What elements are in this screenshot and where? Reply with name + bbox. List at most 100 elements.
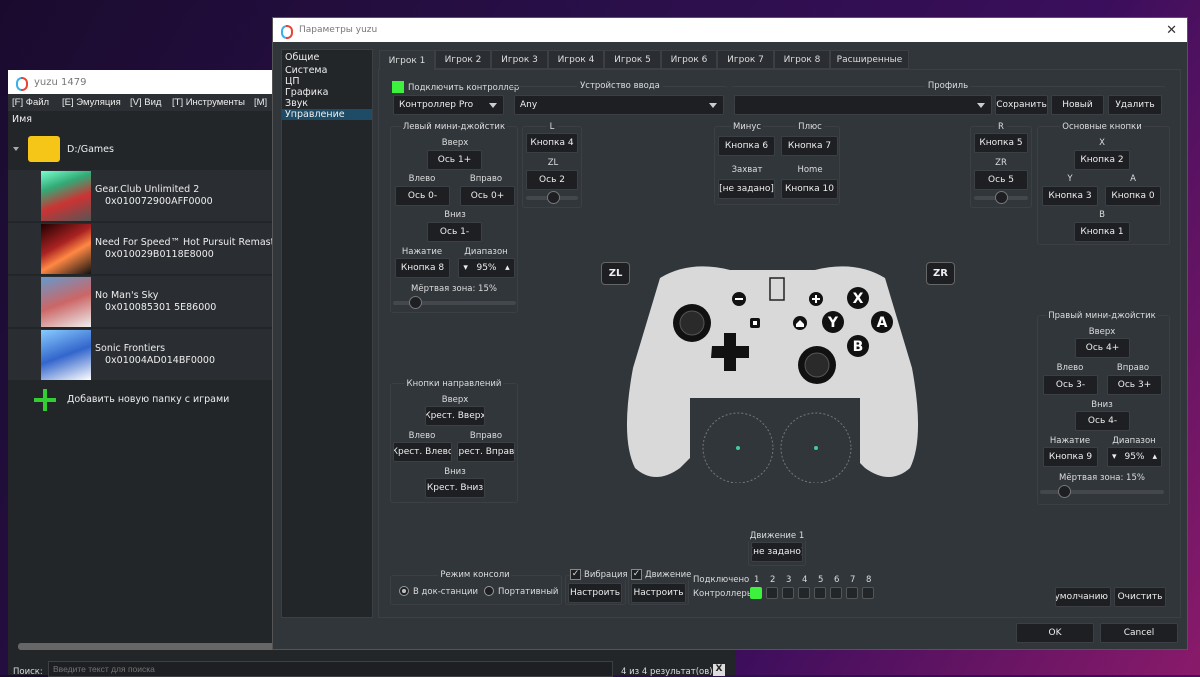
profile-select[interactable] [734,95,992,115]
left-stick-range-spinbox[interactable]: ▾ 95% ▴ [458,258,515,278]
new-profile-button[interactable]: Новый [1051,95,1104,115]
save-profile-button[interactable]: Сохранить [995,95,1048,115]
close-icon[interactable]: ✕ [1166,23,1177,38]
b-button[interactable]: Кнопка 1 [1074,222,1130,242]
right-stick-right-button[interactable]: Ось 3+ [1107,375,1162,395]
player-connected-checkbox[interactable] [846,587,858,599]
left-stick-up-button[interactable]: Ось 1+ [427,150,482,170]
player-number: 3 [786,575,792,585]
arrow-up-icon[interactable]: ▴ [1152,452,1157,462]
tab-player-7[interactable]: Игрок 7 [717,50,774,69]
slider-handle[interactable] [409,296,422,309]
sidebar-item-controls[interactable]: Управление [282,109,372,120]
dpad-down-button[interactable]: Крест. Вниз [425,478,485,498]
left-stick-down-button[interactable]: Ось 1- [427,222,482,242]
motion-checkbox[interactable]: ✓ [631,569,642,580]
dialog-title: Параметры yuzu [299,25,378,35]
slider-handle[interactable] [547,191,560,204]
dpad-right-button[interactable]: Крест. Вправо [457,442,515,462]
player-connected-checkbox[interactable] [782,587,794,599]
a-button[interactable]: Кнопка 0 [1105,186,1161,206]
tab-player-6[interactable]: Игрок 6 [661,50,717,69]
right-stick-up-button[interactable]: Ось 4+ [1075,338,1130,358]
label-press: Нажатие [1049,436,1091,446]
game-thumbnail [41,277,91,327]
l-button[interactable]: Кнопка 4 [526,133,578,153]
expand-arrow-icon[interactable] [13,147,19,151]
zr-threshold-slider[interactable] [974,191,1028,204]
vibration-configure-button[interactable]: Настроить [568,583,622,603]
plus-button[interactable]: Кнопка 7 [781,136,838,156]
tab-player-2[interactable]: Игрок 2 [435,50,491,69]
arrow-down-icon[interactable]: ▾ [463,263,468,273]
player-connected-checkbox[interactable] [862,587,874,599]
x-button[interactable]: Кнопка 2 [1074,150,1130,170]
sidebar-item-cpu[interactable]: ЦП [282,76,372,87]
sidebar-item-system[interactable]: Система [282,65,372,76]
player-connected-checkbox[interactable] [814,587,826,599]
right-stick-down-button[interactable]: Ось 4- [1075,411,1130,431]
radio-docked[interactable] [399,586,409,596]
motion-configure-button[interactable]: Настроить [631,583,686,603]
cancel-button[interactable]: Cancel [1100,623,1178,643]
player-connected-checkbox[interactable] [798,587,810,599]
tab-player-4[interactable]: Игрок 4 [548,50,604,69]
ok-button[interactable]: OK [1016,623,1094,643]
arrow-up-icon[interactable]: ▴ [505,263,510,273]
menu-view[interactable]: [V] Вид [130,97,161,108]
sidebar-item-audio[interactable]: Звук [282,98,372,109]
input-device-select[interactable]: Any [514,95,724,115]
y-button[interactable]: Кнопка 3 [1042,186,1098,206]
game-id: 0x01004AD014BF0000 [105,355,215,366]
sidebar-item-graphics[interactable]: Графика [282,87,372,98]
right-stick-range-spinbox[interactable]: ▾ 95% ▴ [1107,447,1162,467]
zr-button[interactable]: Ось 5 [974,170,1028,190]
game-title: Gear.Club Unlimited 2 [95,184,200,195]
menu-file[interactable]: [F] Файл [12,97,49,108]
left-deadzone-slider[interactable] [393,296,516,309]
label-range: Диапазон [464,247,508,257]
player-connected-checkbox[interactable] [750,587,762,599]
dpad-up-button[interactable]: Крест. Вверх [425,406,485,426]
zl-button[interactable]: Ось 2 [526,170,578,190]
tab-advanced[interactable]: Расширенные [830,50,909,69]
menu-tools[interactable]: [T] Инструменты [172,97,245,108]
tab-player-8[interactable]: Игрок 8 [774,50,830,69]
right-stick-press-button[interactable]: Кнопка 9 [1043,447,1098,467]
slider-handle[interactable] [995,191,1008,204]
tab-player-1[interactable]: Игрок 1 [379,50,435,70]
zl-threshold-slider[interactable] [526,191,578,204]
player-connected-checkbox[interactable] [766,587,778,599]
clear-search-button[interactable]: X [713,664,725,676]
left-stick-press-button[interactable]: Кнопка 8 [395,258,450,278]
tab-player-5[interactable]: Игрок 5 [604,50,661,69]
right-stick-left-button[interactable]: Ось 3- [1043,375,1098,395]
left-stick-left-button[interactable]: Ось 0- [395,186,450,206]
column-header-name[interactable]: Имя [12,114,32,125]
radio-handheld[interactable] [484,586,494,596]
capture-button[interactable]: [не задано] [718,179,775,199]
menu-emulation[interactable]: [E] Эмуляция [62,97,121,108]
menu-more[interactable]: [M] [254,97,267,108]
label-range: Диапазон [1112,436,1156,446]
motion-1-button[interactable]: [не задано] [751,542,803,562]
arrow-down-icon[interactable]: ▾ [1112,452,1117,462]
left-stick-right-button[interactable]: Ось 0+ [460,186,515,206]
clear-button[interactable]: Очистить [1114,587,1166,607]
player-number: 8 [866,575,872,585]
minus-button[interactable]: Кнопка 6 [718,136,775,156]
label-left: Влево [408,174,436,184]
right-deadzone-slider[interactable] [1040,485,1164,498]
sidebar-item-general[interactable]: Общие [282,50,372,65]
tab-player-3[interactable]: Игрок 3 [491,50,548,69]
home-button[interactable]: Кнопка 10 [781,179,838,199]
r-button[interactable]: Кнопка 5 [974,133,1028,153]
restore-defaults-button[interactable]: По умолчанию [1055,587,1111,607]
dpad-left-button[interactable]: Крест. Влево [393,442,452,462]
controller-type-select[interactable]: Контроллер Pro [393,95,504,115]
delete-profile-button[interactable]: Удалить [1108,95,1162,115]
slider-handle[interactable] [1058,485,1071,498]
player-connected-checkbox[interactable] [830,587,842,599]
connect-controller-checkbox[interactable] [392,81,404,93]
vibration-checkbox[interactable]: ✓ [570,569,581,580]
